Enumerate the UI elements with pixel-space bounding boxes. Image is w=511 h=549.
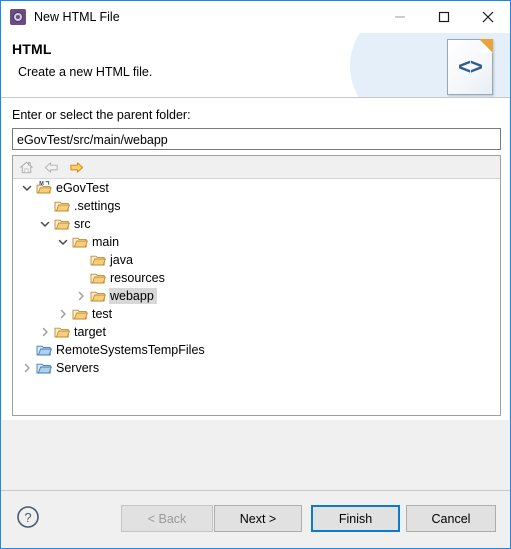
- html-file-icon-glyph: <>: [458, 54, 483, 79]
- tree-row-label: src: [74, 217, 91, 231]
- tree-row[interactable]: src: [13, 215, 500, 233]
- back-button[interactable]: < Back: [121, 505, 213, 532]
- next-button[interactable]: Next >: [214, 505, 302, 532]
- tree-row[interactable]: main: [13, 233, 500, 251]
- eclipse-wizard-icon: [10, 9, 26, 25]
- help-question-icon[interactable]: ?: [16, 505, 40, 529]
- folder-icon: [89, 287, 106, 305]
- tree-row[interactable]: target: [13, 323, 500, 341]
- close-button[interactable]: [466, 1, 510, 32]
- tree-row[interactable]: webapp: [13, 287, 500, 305]
- folder-tree[interactable]: MeGovTest .settings src main java resources we…: [13, 179, 500, 415]
- tree-row[interactable]: RemoteSystemsTempFiles: [13, 341, 500, 359]
- folder-icon: [89, 251, 106, 269]
- chevron-right-icon[interactable]: [55, 305, 71, 323]
- tree-row-label: RemoteSystemsTempFiles: [56, 343, 205, 357]
- tree-row[interactable]: test: [13, 305, 500, 323]
- new-html-file-dialog: New HTML File HTML Create a new HTML fil…: [0, 0, 511, 549]
- wizard-body: Enter or select the parent folder: eGovT…: [1, 98, 510, 490]
- chevron-down-icon[interactable]: [55, 233, 71, 251]
- window-controls: [378, 1, 510, 33]
- tree-row-label: Servers: [56, 361, 100, 375]
- chevron-right-icon[interactable]: [37, 323, 53, 341]
- cancel-button[interactable]: Cancel: [406, 505, 496, 532]
- tree-row[interactable]: .settings: [13, 197, 500, 215]
- tree-row[interactable]: java: [13, 251, 500, 269]
- page-subtitle: Create a new HTML file.: [18, 65, 153, 79]
- tree-row-label: webapp: [109, 288, 157, 304]
- tree-row-label: target: [74, 325, 106, 339]
- tree-row-label: test: [92, 307, 113, 321]
- dialog-footer: ? < Back Next > Finish Cancel: [1, 490, 510, 548]
- parent-folder-label: Enter or select the parent folder:: [12, 108, 191, 122]
- tree-row-label: java: [110, 253, 133, 267]
- svg-text:M: M: [39, 181, 44, 187]
- chevron-right-icon[interactable]: [73, 287, 89, 305]
- tree-row[interactable]: MeGovTest: [13, 179, 500, 197]
- chevron-right-icon[interactable]: [19, 359, 35, 377]
- tree-row[interactable]: Servers: [13, 359, 500, 377]
- forward-arrow-icon[interactable]: [68, 159, 85, 176]
- page-title: HTML: [12, 41, 52, 57]
- chevron-down-icon[interactable]: [37, 215, 53, 233]
- tree-row-label: resources: [110, 271, 165, 285]
- window-title: New HTML File: [34, 10, 120, 24]
- maven-project-icon: M: [35, 179, 52, 197]
- folder-blue-icon: [35, 359, 52, 377]
- folder-icon: [53, 197, 70, 215]
- maximize-button[interactable]: [422, 1, 466, 32]
- wizard-header: HTML Create a new HTML file. <>: [1, 33, 510, 98]
- title-bar: New HTML File: [1, 1, 510, 33]
- folder-icon: [53, 215, 70, 233]
- folder-tree-panel: MeGovTest .settings src main java resources we…: [12, 155, 501, 416]
- chevron-down-icon[interactable]: [19, 179, 35, 197]
- folder-icon: [71, 233, 88, 251]
- folder-icon: [53, 323, 70, 341]
- folder-blue-icon: [35, 341, 52, 359]
- finish-button[interactable]: Finish: [311, 505, 400, 532]
- tree-toolbar: [13, 156, 500, 179]
- tree-row[interactable]: resources: [13, 269, 500, 287]
- home-icon[interactable]: [18, 159, 35, 176]
- parent-folder-input[interactable]: eGovTest/src/main/webapp: [12, 128, 501, 150]
- minimize-button[interactable]: [378, 1, 422, 32]
- folder-icon: [89, 269, 106, 287]
- svg-text:?: ?: [24, 510, 31, 525]
- html-file-icon: <>: [447, 39, 493, 95]
- tree-row-label: eGovTest: [56, 181, 109, 195]
- folder-icon: [71, 305, 88, 323]
- back-arrow-icon[interactable]: [43, 159, 60, 176]
- tree-row-label: main: [92, 235, 120, 249]
- tree-row-label: .settings: [74, 199, 121, 213]
